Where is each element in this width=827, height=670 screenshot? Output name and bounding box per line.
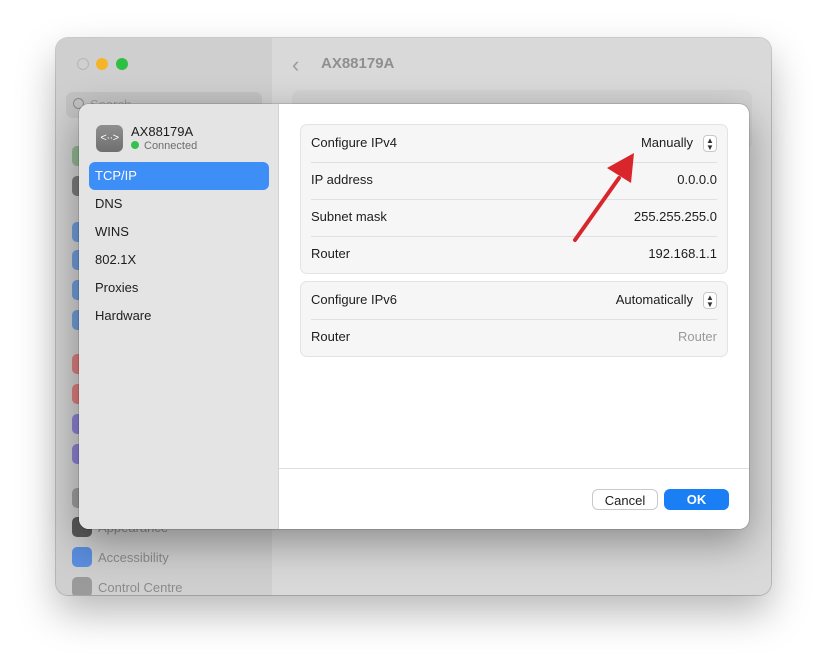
service-status-text: Connected bbox=[144, 140, 198, 152]
ipv6-router-row: Router Router bbox=[301, 319, 727, 356]
background-window-title: AX88179A bbox=[321, 55, 395, 72]
subnet-mask-row: Subnet mask 255.255.255.0 bbox=[301, 199, 727, 236]
nav-item-tcp-ip[interactable]: TCP/IP bbox=[89, 162, 269, 190]
tcp-ip-content: Configure IPv4 Manually ▲ ▼ IP address 0.… bbox=[279, 104, 749, 468]
subnet-mask-label: Subnet mask bbox=[311, 209, 387, 224]
ipv4-router-field[interactable]: 192.168.1.1 bbox=[648, 246, 717, 261]
sidebar-item-control-centre[interactable]: Control Centre bbox=[98, 580, 183, 595]
dialog-nav: TCP/IP DNS WINS 802.1X Proxies Hardware bbox=[89, 162, 269, 330]
nav-item-dns[interactable]: DNS bbox=[89, 190, 269, 218]
configure-ipv4-popup[interactable]: Manually bbox=[641, 135, 693, 150]
configure-ipv6-row[interactable]: Configure IPv6 Automatically ▲ ▼ bbox=[301, 282, 727, 319]
service-name: AX88179A bbox=[131, 124, 194, 139]
dialog-sidebar: <··> AX88179A Connected TCP/IP DNS WINS … bbox=[79, 104, 279, 529]
nav-item-proxies[interactable]: Proxies bbox=[89, 274, 269, 302]
ipv6-router-label: Router bbox=[311, 329, 351, 344]
configure-ipv6-popup[interactable]: Automatically bbox=[616, 292, 693, 307]
minimize-window-button[interactable] bbox=[96, 58, 108, 70]
accessibility-icon bbox=[72, 547, 92, 567]
service-status: Connected bbox=[131, 140, 197, 152]
ip-address-field[interactable]: 0.0.0.0 bbox=[677, 172, 717, 187]
ip-address-label: IP address bbox=[311, 172, 373, 187]
ip-address-row: IP address 0.0.0.0 bbox=[301, 162, 727, 199]
network-details-dialog: <··> AX88179A Connected TCP/IP DNS WINS … bbox=[79, 104, 749, 529]
sidebar-item-accessibility[interactable]: Accessibility bbox=[98, 550, 169, 565]
network-interface-icon: <··> bbox=[96, 125, 123, 152]
configure-ipv6-label: Configure IPv6 bbox=[311, 292, 397, 307]
nav-item-wins[interactable]: WINS bbox=[89, 218, 269, 246]
control-centre-icon bbox=[72, 577, 92, 595]
ok-button[interactable]: OK bbox=[664, 489, 729, 510]
status-dot-icon bbox=[131, 141, 139, 149]
ipv4-router-row: Router 192.168.1.1 bbox=[301, 236, 727, 273]
ipv6-router-field[interactable]: Router bbox=[678, 329, 717, 344]
ipv6-group: Configure IPv6 Automatically ▲ ▼ Router R… bbox=[300, 281, 728, 357]
cancel-button[interactable]: Cancel bbox=[592, 489, 658, 510]
updown-chevron-icon[interactable]: ▲ ▼ bbox=[703, 135, 717, 152]
subnet-mask-field[interactable]: 255.255.255.0 bbox=[634, 209, 717, 224]
nav-item-hardware[interactable]: Hardware bbox=[89, 302, 269, 330]
close-window-button[interactable] bbox=[77, 58, 89, 70]
configure-ipv4-row[interactable]: Configure IPv4 Manually ▲ ▼ bbox=[301, 125, 727, 162]
zoom-window-button[interactable] bbox=[116, 58, 128, 70]
configure-ipv4-label: Configure IPv4 bbox=[311, 135, 397, 150]
back-chevron-icon[interactable]: ‹ bbox=[292, 54, 299, 76]
dialog-footer: Cancel OK bbox=[279, 468, 749, 529]
ipv4-group: Configure IPv4 Manually ▲ ▼ IP address 0.… bbox=[300, 124, 728, 274]
ipv4-router-label: Router bbox=[311, 246, 351, 261]
updown-chevron-icon[interactable]: ▲ ▼ bbox=[703, 292, 717, 309]
nav-item-802-1x[interactable]: 802.1X bbox=[89, 246, 269, 274]
